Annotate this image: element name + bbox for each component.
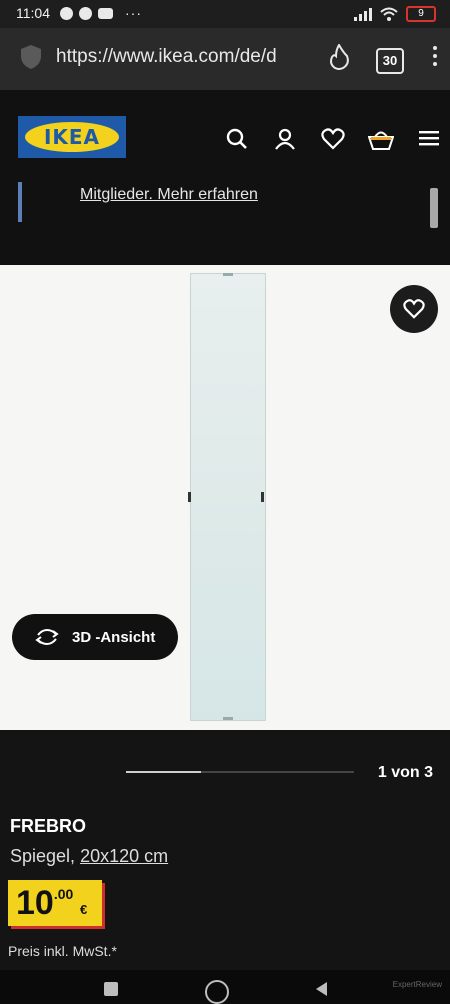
watermark: ExpertReview (392, 980, 442, 989)
product-details: 1 von 3 FREBRO Spiegel, 20x120 cm 10 .00… (0, 730, 450, 970)
rotate-icon (35, 628, 59, 646)
vat-note: Preis inkl. MwSt.* (8, 943, 117, 959)
image-pager: 1 von 3 (377, 764, 433, 781)
address-bar[interactable]: https://www.ikea.com/de/d (56, 46, 296, 68)
logo-text: IKEA (43, 125, 101, 149)
ikea-logo[interactable]: IKEA (18, 116, 126, 158)
heart-icon[interactable] (321, 128, 345, 150)
price-currency: € (80, 902, 88, 917)
product-image-gallery[interactable]: 3D -Ansicht (0, 265, 450, 730)
message-icon (60, 6, 73, 20)
shield-icon[interactable] (20, 44, 42, 70)
status-bar: 11:04 ··· 9 (0, 0, 450, 28)
basket-icon[interactable] (368, 128, 394, 150)
price-integer: 10 (16, 884, 54, 922)
carousel-indicator-left (18, 182, 22, 222)
notification-icons: ··· (60, 5, 142, 21)
more-notifications: ··· (125, 5, 142, 21)
back-button[interactable] (316, 982, 327, 996)
home-button[interactable] (205, 980, 229, 1004)
status-time: 11:04 (16, 5, 50, 21)
chat-icon (79, 6, 92, 20)
site-header: IKEA Mitglieder. Mehr erfahren (0, 90, 450, 265)
browser-toolbar: https://www.ikea.com/de/d 30 (0, 28, 450, 90)
browser-menu-icon[interactable] (433, 46, 439, 70)
menu-icon[interactable] (418, 128, 440, 148)
tab-switcher-button[interactable]: 30 (376, 48, 404, 74)
image-progress-bar (126, 771, 354, 773)
carousel-indicator-right[interactable] (430, 188, 438, 228)
view-3d-button[interactable]: 3D -Ansicht (12, 614, 178, 660)
signal-icon (354, 7, 372, 21)
product-description: Spiegel, 20x120 cm (10, 846, 168, 867)
user-icon[interactable] (274, 128, 296, 150)
favorite-button[interactable] (390, 285, 438, 333)
system-nav-bar: ExpertReview (0, 970, 450, 1004)
product-size-link[interactable]: 20x120 cm (80, 846, 168, 866)
system-icons: 9 (354, 6, 436, 22)
wifi-icon (380, 7, 398, 21)
battery-icon: 9 (406, 6, 436, 22)
price-decimal: .00 (53, 886, 74, 902)
flame-icon[interactable] (328, 44, 350, 70)
price-tag: 10 .00 € (8, 880, 102, 926)
view-3d-label: 3D -Ansicht (72, 628, 156, 646)
product-type: Spiegel, (10, 846, 81, 866)
promo-link[interactable]: Mitglieder. Mehr erfahren (80, 186, 258, 204)
heart-icon (403, 299, 425, 319)
search-icon[interactable] (226, 128, 248, 150)
recents-button[interactable] (104, 982, 118, 996)
youtube-icon (98, 7, 113, 19)
product-image-mirror (188, 273, 266, 721)
product-name: FREBRO (10, 816, 86, 836)
